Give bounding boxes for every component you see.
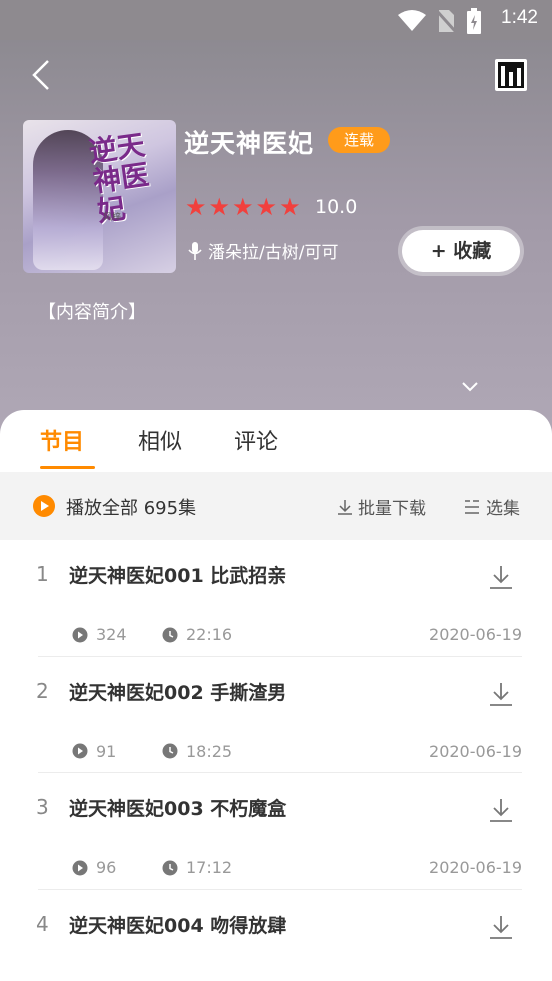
episode-meta: 96 17:12 2020-06-19 <box>72 858 522 878</box>
episode-list: 1 逆天神医妃001 比武招亲 324 22:16 2020-06-19 2 逆… <box>0 540 552 981</box>
serial-badge: 连载 <box>328 127 391 153</box>
chevron-down-icon[interactable] <box>460 380 480 394</box>
list-icon <box>465 499 479 514</box>
microphone-icon <box>188 241 202 260</box>
download-icon <box>338 499 352 515</box>
star-icon: ★ <box>208 193 231 221</box>
clock-icon <box>162 743 178 759</box>
play-count-icon <box>72 627 88 642</box>
select-episodes-button[interactable]: 选集 <box>464 494 520 519</box>
play-count-value: 96 <box>96 858 117 877</box>
playing-bars-icon[interactable] <box>494 58 528 92</box>
episode-title[interactable]: 逆天神医妃004 吻得放肆 <box>69 911 286 938</box>
play-all-button[interactable]: 播放全部 695集 <box>66 494 196 520</box>
collect-button[interactable]: + 收藏 <box>402 230 520 272</box>
download-icon[interactable] <box>487 681 515 707</box>
select-label: 选集 <box>486 499 520 519</box>
episode-date: 2020-06-19 <box>429 741 522 761</box>
episode-title[interactable]: 逆天神医妃002 手撕渣男 <box>69 678 286 705</box>
back-icon[interactable] <box>28 58 56 92</box>
album-cover: 逆天神医妃 风梓 <box>23 120 176 273</box>
episode-meta: 91 18:25 2020-06-19 <box>72 742 522 762</box>
star-icon: ★ <box>279 193 301 221</box>
duration: 18:25 <box>162 742 232 761</box>
clock-icon <box>162 860 178 875</box>
clock-icon <box>162 627 178 642</box>
tab-similar[interactable]: 相似 <box>138 424 182 456</box>
episode-number: 1 <box>36 562 49 586</box>
play-count: 91 <box>72 742 116 761</box>
anchors[interactable]: 潘朵拉/古树/可可 <box>188 238 338 263</box>
status-bar: 1:42 <box>0 0 552 40</box>
cover-author: 风梓 <box>103 213 122 223</box>
play-all-icon[interactable] <box>32 494 56 518</box>
play-count: 96 <box>72 858 116 877</box>
episode-date: 2020-06-19 <box>429 625 522 644</box>
list-item[interactable]: 1 逆天神医妃001 比武招亲 324 22:16 2020-06-19 <box>0 540 552 657</box>
tab-bar: 节目 相似 评论 <box>0 410 552 472</box>
wifi-icon <box>398 10 426 31</box>
star-icon: ★ <box>232 193 254 221</box>
batch-download-label: 批量下载 <box>358 499 426 519</box>
no-sim-icon <box>436 9 456 33</box>
tab-episodes[interactable]: 节目 <box>40 424 84 456</box>
episode-title[interactable]: 逆天神医妃003 不朽魔盒 <box>69 794 286 821</box>
anchors-text: 潘朵拉/古树/可可 <box>208 243 339 263</box>
play-count: 324 <box>72 625 127 644</box>
batch-download-button[interactable]: 批量下载 <box>336 494 426 519</box>
play-count-icon <box>72 860 88 875</box>
download-icon[interactable] <box>487 914 515 940</box>
play-count-value: 91 <box>96 741 117 761</box>
star-icon: ★ <box>255 193 278 221</box>
duration-value: 17:12 <box>186 858 233 877</box>
play-bar: 播放全部 695集 批量下载 选集 <box>0 472 552 540</box>
list-item[interactable]: 3 逆天神医妃003 不朽魔盒 96 17:12 2020-06-19 <box>0 773 552 890</box>
duration: 22:16 <box>162 625 232 644</box>
episode-number: 3 <box>36 795 49 819</box>
battery-icon <box>467 8 481 34</box>
episode-date: 2020-06-19 <box>429 858 522 877</box>
tab-comments[interactable]: 评论 <box>234 424 278 456</box>
download-icon[interactable] <box>487 564 515 590</box>
play-count-icon <box>72 743 88 759</box>
tab-indicator <box>40 466 95 469</box>
rating-score: 10.0 <box>315 196 358 218</box>
status-time: 1:42 <box>501 7 538 28</box>
list-item[interactable]: 2 逆天神医妃002 手撕渣男 91 18:25 2020-06-19 <box>0 657 552 773</box>
download-icon[interactable] <box>487 797 515 823</box>
duration-value: 18:25 <box>186 741 233 761</box>
intro-label[interactable]: 【内容简介】 <box>38 298 146 324</box>
duration: 17:12 <box>162 858 232 877</box>
rating-stars: ★ ★ ★ ★ ★ <box>185 194 301 220</box>
star-icon: ★ <box>185 193 207 221</box>
album-title: 逆天神医妃 <box>184 129 315 158</box>
status-icons <box>398 8 482 34</box>
episode-meta: 324 22:16 2020-06-19 <box>72 625 522 645</box>
cover-title: 逆天神医妃 <box>86 128 152 229</box>
episode-number: 4 <box>36 911 49 936</box>
episode-title[interactable]: 逆天神医妃001 比武招亲 <box>69 561 286 588</box>
duration-value: 22:16 <box>186 625 233 644</box>
list-item[interactable]: 4 逆天神医妃004 吻得放肆 <box>0 890 552 981</box>
play-count-value: 324 <box>96 625 127 644</box>
episode-number: 2 <box>36 678 49 703</box>
